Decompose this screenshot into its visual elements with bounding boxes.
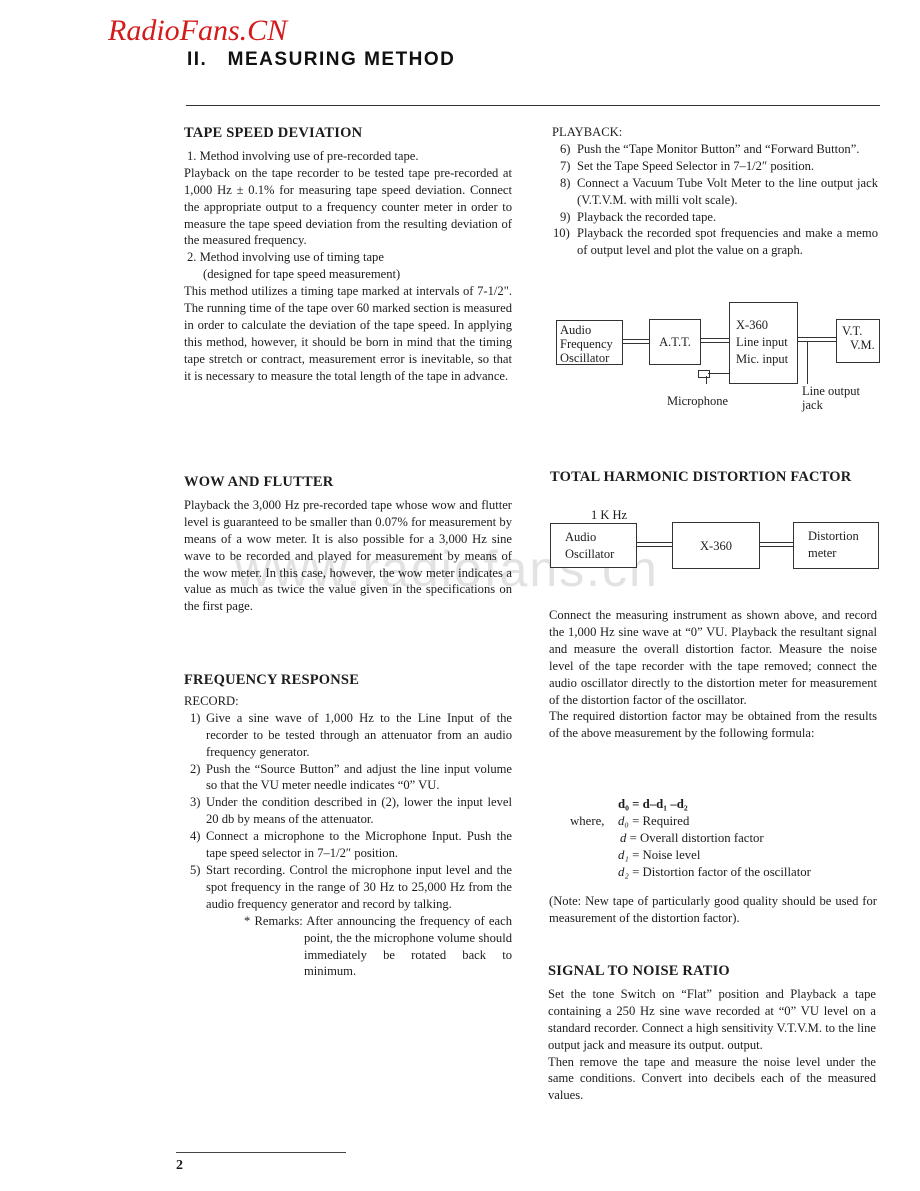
audio-frequency-oscillator-box: Audio Frequency Oscillator bbox=[556, 320, 623, 365]
section-heading: FREQUENCY RESPONSE bbox=[184, 672, 360, 688]
formula-definition: d = Overall distortion factor bbox=[620, 831, 764, 845]
section-heading: TAPE SPEED DEVIATION bbox=[184, 125, 363, 141]
playback-label: PLAYBACK: bbox=[552, 125, 623, 139]
chapter-title: II. MEASURING METHOD bbox=[187, 49, 456, 70]
thd-note: (Note: New tape of particularly good qua… bbox=[549, 894, 877, 925]
snr-paragraph: Then remove the tape and measure the noi… bbox=[548, 1054, 876, 1103]
line-output-tap bbox=[807, 342, 808, 384]
connection-wire bbox=[623, 339, 649, 344]
footer-divider bbox=[176, 1152, 346, 1153]
snr-section: SIGNAL TO NOISE RATIO Set the tone Switc… bbox=[548, 963, 876, 1104]
record-steps: 1) Give a sine wave of 1,000 Hz to the Li… bbox=[184, 710, 512, 913]
x360-box: X-360 bbox=[672, 522, 760, 569]
method1-title: 1. Method involving use of pre-recorded … bbox=[187, 148, 419, 163]
wow-flutter-section: WOW AND FLUTTER Playback the 3,000 Hz pr… bbox=[184, 474, 512, 615]
list-item: 1) Give a sine wave of 1,000 Hz to the Li… bbox=[190, 710, 512, 759]
frequency-label: 1 K Hz bbox=[591, 508, 628, 522]
formula-definition: d₂ = Distortion factor of the oscillator bbox=[618, 865, 811, 879]
thd-paragraph: Connect the measuring instrument as show… bbox=[549, 608, 877, 707]
playback-steps: 6) Push the “Tape Monitor Button” and “Fo… bbox=[550, 141, 878, 259]
connection-wire bbox=[701, 338, 729, 343]
record-label: RECORD: bbox=[184, 693, 239, 708]
list-item: 8) Connect a Vacuum Tube Volt Meter to th… bbox=[560, 175, 878, 207]
distortion-meter-box: Distortion meter bbox=[793, 522, 879, 569]
method1-body: Playback on the tape recorder to be test… bbox=[184, 165, 512, 248]
section-heading: WOW AND FLUTTER bbox=[184, 474, 334, 490]
list-item: 2) Push the “Source Button” and adjust th… bbox=[190, 761, 512, 793]
list-item: 9) Playback the recorded tape. bbox=[560, 209, 717, 224]
tape-speed-section: TAPE SPEED DEVIATION 1. Method involving… bbox=[184, 125, 512, 385]
snr-paragraph: Set the tone Switch on “Flat” position a… bbox=[548, 986, 876, 1052]
vtvm-box: V.T. V.M. bbox=[836, 319, 880, 363]
method2-body: This method utilizes a timing tape marke… bbox=[184, 284, 512, 383]
method2-title: 2. Method involving use of timing tape bbox=[187, 250, 384, 265]
thd-body: Connect the measuring instrument as show… bbox=[549, 607, 877, 742]
left-column-wow: WOW AND FLUTTER Playback the 3,000 Hz pr… bbox=[184, 474, 512, 615]
list-item: 10) Playback the recorded spot frequencie… bbox=[553, 226, 878, 258]
list-item: 5) Start recording. Control the microphon… bbox=[190, 862, 512, 911]
list-item: 4) Connect a microphone to the Microphone… bbox=[190, 829, 512, 861]
attenuator-box: A.T.T. bbox=[649, 319, 701, 365]
thd-paragraph: The required distortion factor may be ob… bbox=[549, 709, 877, 741]
list-item: 3) Under the condition described in (2), … bbox=[190, 795, 512, 827]
microphone-label: Microphone bbox=[667, 394, 729, 408]
list-item: 7) Set the Tape Speed Selector in 7–1/2″ … bbox=[560, 158, 815, 173]
right-column-playback: PLAYBACK: 6) Push the “Tape Monitor Butto… bbox=[550, 124, 878, 259]
remarks-note: * Remarks: After announcing the frequenc… bbox=[244, 913, 512, 979]
formula-definition: d₁ = Noise level bbox=[618, 848, 701, 862]
microphone-stand bbox=[706, 376, 707, 384]
audio-oscillator-box: Audio Oscillator bbox=[550, 523, 637, 568]
microphone-icon bbox=[698, 370, 710, 378]
connection-wire bbox=[637, 542, 672, 547]
page-number: 2 bbox=[176, 1158, 183, 1173]
left-column: TAPE SPEED DEVIATION 1. Method involving… bbox=[184, 125, 512, 385]
section-heading: SIGNAL TO NOISE RATIO bbox=[548, 963, 730, 979]
section-heading: TOTAL HARMONIC DISTORTION FACTOR bbox=[550, 469, 852, 485]
line-output-jack-label: Line output jack bbox=[802, 384, 860, 412]
method2-subtitle: (designed for tape speed measurement) bbox=[203, 267, 401, 282]
thd-section: TOTAL HARMONIC DISTORTION FACTOR bbox=[550, 469, 878, 492]
microphone-cable bbox=[708, 373, 729, 374]
list-item: 6) Push the “Tape Monitor Button” and “Fo… bbox=[560, 141, 860, 156]
connection-wire bbox=[798, 337, 836, 342]
site-brand-watermark: RadioFans.CN bbox=[108, 14, 288, 47]
x360-recorder-box: X-360 Line input Mic. input bbox=[729, 302, 798, 384]
formula-equation: d₀ = d–d₁ –d₂ bbox=[618, 797, 688, 811]
left-column-freq: FREQUENCY RESPONSE RECORD: 1) Give a sine… bbox=[184, 672, 512, 980]
frequency-response-section: FREQUENCY RESPONSE RECORD: 1) Give a sine… bbox=[184, 672, 512, 980]
distortion-formula: d₀ = d–d₁ –d₂ where, d₀ = Required d = Ov… bbox=[570, 796, 811, 881]
connection-wire bbox=[760, 542, 793, 547]
wow-flutter-body: Playback the 3,000 Hz pre-recorded tape … bbox=[184, 497, 512, 614]
header-divider bbox=[186, 105, 880, 106]
formula-definition: where, d₀ = Required bbox=[570, 814, 690, 828]
